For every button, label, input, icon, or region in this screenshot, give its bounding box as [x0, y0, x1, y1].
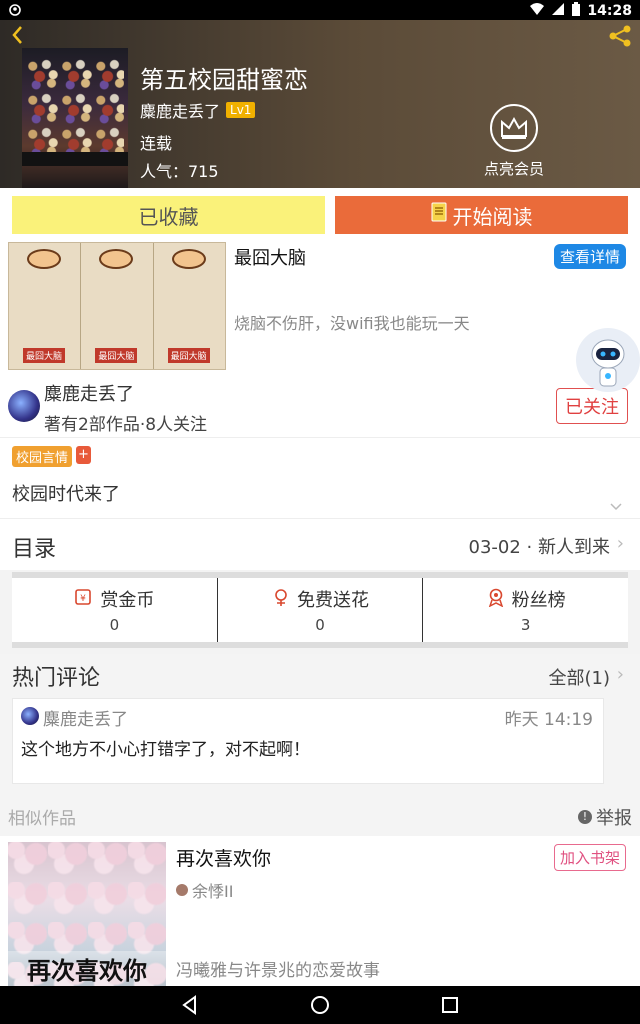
all-comments-link[interactable]: 全部(1) — [549, 664, 611, 690]
table-of-contents[interactable]: 目录 03-02 · 新人到来 › — [0, 518, 640, 570]
comment-user[interactable]: 麋鹿走丢了 — [43, 705, 128, 730]
comment-text: 这个地方不小心打错字了，对不起啊！ — [21, 740, 310, 760]
recents-square-icon[interactable] — [438, 993, 462, 1017]
similar-works-title: 相似作品 — [8, 809, 76, 829]
similar-work-title: 再次喜欢你 — [176, 848, 272, 870]
battery-icon — [571, 2, 581, 20]
back-arrow-icon[interactable] — [6, 22, 32, 48]
author-row: 麋鹿走丢了 Lv1 — [140, 98, 256, 122]
free-flowers[interactable]: 免费送花 0 — [216, 578, 423, 642]
reward-coins-count: 0 — [109, 616, 120, 634]
report-button[interactable]: ! 举报 — [578, 804, 632, 830]
add-tag-button[interactable]: + — [76, 446, 91, 464]
share-icon[interactable] — [606, 22, 634, 50]
toc-title: 目录 — [12, 537, 57, 562]
fan-ranking[interactable]: 粉丝榜 3 — [422, 578, 628, 642]
member-label: 点亮会员 — [483, 160, 544, 178]
tag-section: 校园言情 + 校园时代来了 — [0, 438, 640, 518]
popularity: 人气：715 — [140, 162, 219, 181]
flowers-count: 0 — [315, 616, 325, 634]
level-badge: Lv1 — [226, 102, 256, 118]
flower-icon — [271, 587, 291, 612]
view-details-button[interactable]: 查看详情 — [553, 244, 626, 269]
chevron-right-icon: › — [616, 664, 624, 685]
cover-caption: 再次喜欢你 — [8, 951, 166, 986]
author-section: 麋鹿走丢了 著有2部作品·8人关注 已关注 — [0, 372, 640, 438]
comment-item[interactable]: 麋鹿走丢了 昨天 14:19 这个地方不小心打错字了，对不起啊！ — [12, 698, 604, 784]
avatar[interactable] — [8, 390, 40, 422]
wifi-icon — [529, 2, 545, 20]
status-bar: 14:28 — [0, 0, 640, 20]
favorited-button[interactable]: 已收藏 — [12, 196, 325, 234]
stats-row: ¥ 赏金币 0 免费送花 0 粉丝榜 3 — [12, 572, 628, 648]
latest-chapter[interactable]: 03-02 · 新人到来 — [469, 533, 610, 559]
fan-count: 3 — [520, 616, 531, 634]
back-triangle-icon[interactable] — [178, 993, 202, 1017]
book-description: 校园时代来了 — [12, 484, 120, 505]
book-header: 第五校园甜蜜恋 麋鹿走丢了 Lv1 连载 人气：715 点亮会员 — [0, 20, 640, 188]
avatar[interactable] — [21, 707, 39, 725]
comments-title: 热门评论 — [12, 666, 101, 691]
similar-works-header: 相似作品 ! 举报 — [0, 796, 640, 836]
followed-button[interactable]: 已关注 — [556, 388, 628, 424]
action-bar: 已收藏 开始阅读 — [0, 188, 640, 242]
serial-status: 连载 — [140, 134, 173, 153]
author-name[interactable]: 麋鹿走丢了 — [44, 380, 134, 406]
member-button[interactable]: 点亮会员 — [476, 104, 552, 179]
avatar — [176, 884, 188, 896]
similar-work-description: 冯曦雅与许景兆的恋爱故事 — [176, 961, 380, 981]
svg-text:¥: ¥ — [80, 594, 86, 604]
clock: 14:28 — [587, 3, 632, 19]
author-stats: 著有2部作品·8人关注 — [44, 415, 208, 435]
similar-work-author: 余悸II — [176, 878, 233, 902]
chevron-down-icon[interactable] — [610, 500, 622, 514]
notification-icon — [8, 3, 22, 21]
reward-coins[interactable]: ¥ 赏金币 0 — [12, 578, 217, 642]
hot-comments: 热门评论 全部(1) › 麋鹿走丢了 昨天 14:19 这个地方不小心打错字了，… — [0, 654, 640, 796]
start-reading-button[interactable]: 开始阅读 — [335, 196, 628, 234]
signal-icon — [551, 2, 565, 20]
book-title: 第五校园甜蜜恋 — [140, 66, 308, 94]
ad-description: 烧脑不伤肝，没wifi我也能玩一天 — [234, 314, 470, 333]
medal-icon — [486, 587, 506, 612]
book-cover[interactable] — [22, 48, 128, 188]
comment-time: 昨天 14:19 — [504, 710, 593, 730]
chevron-right-icon: › — [616, 533, 624, 554]
home-circle-icon[interactable] — [308, 993, 332, 1017]
info-icon: ! — [578, 810, 592, 824]
author-name[interactable]: 麋鹿走丢了 — [140, 98, 220, 122]
ad-image[interactable]: 最囧大脑 最囧大脑 最囧大脑 — [8, 242, 226, 370]
similar-work-item[interactable]: 再次喜欢你 再次喜欢你 余悸II 冯曦雅与许景兆的恋爱故事 加入书架 — [0, 836, 640, 986]
crown-icon — [490, 104, 538, 152]
ad-banner[interactable]: 最囧大脑 最囧大脑 最囧大脑 最囧大脑 烧脑不伤肝，没wifi我也能玩一天 查看… — [0, 242, 640, 372]
navigation-bar — [0, 986, 640, 1024]
ad-title: 最囧大脑 — [234, 248, 306, 269]
genre-tag[interactable]: 校园言情 — [12, 446, 73, 467]
add-to-shelf-button[interactable]: 加入书架 — [553, 844, 626, 871]
coin-icon: ¥ — [74, 587, 94, 612]
similar-work-cover[interactable]: 再次喜欢你 — [8, 842, 166, 986]
book-icon — [431, 202, 447, 228]
robot-assistant-icon[interactable] — [576, 328, 640, 392]
